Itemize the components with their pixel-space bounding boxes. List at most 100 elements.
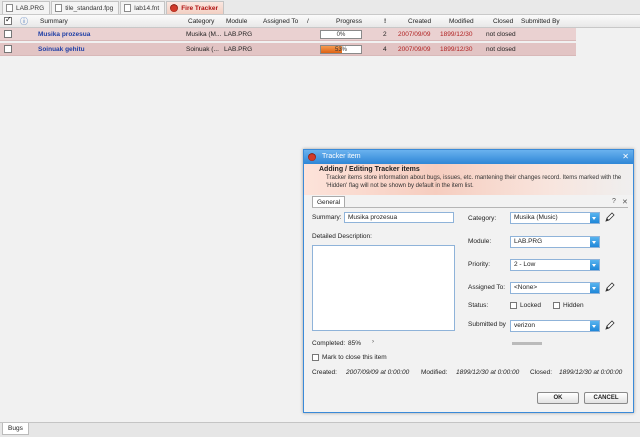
description-label: Detailed Description: (312, 233, 372, 240)
row-closed: not closed (486, 31, 516, 38)
bug-icon (170, 4, 179, 12)
help-icon[interactable]: ? (612, 198, 616, 205)
column-progress[interactable]: Progress (336, 15, 362, 28)
table-header: ⓘ Summary Category Module Assigned To / … (0, 15, 640, 28)
assigned-label: Assigned To: (468, 284, 506, 291)
column-closed[interactable]: Closed (493, 15, 513, 28)
row-module: LAB.PRG (224, 46, 253, 53)
column-submitted-by[interactable]: Submitted By (521, 15, 560, 28)
completed-label: Completed: (312, 340, 346, 347)
completed-value: 85% (348, 340, 362, 347)
row-checkbox[interactable] (4, 45, 12, 53)
closed-value: 1899/12/30 at 0:00:00 (559, 369, 623, 376)
tab-label: lab14.fnt (134, 4, 160, 12)
chevron-down-icon (590, 237, 599, 247)
created-value: 2007/09/09 at 0:00:00 (346, 369, 410, 376)
table-row[interactable]: Soinuak gehitu Soinuak (... LAB.PRG 53% … (0, 43, 576, 56)
table-row[interactable]: Musika prozesua Musika (M... LAB.PRG 0% … (0, 28, 576, 41)
progress-label: 0% (336, 32, 346, 38)
file-icon (6, 4, 13, 12)
dialog-banner: Adding / Editing Tracker items Tracker i… (304, 164, 633, 195)
modified-label: Modified: (421, 369, 448, 376)
row-closed: not closed (486, 46, 516, 53)
category-label: Category: (468, 215, 497, 222)
row-modified: 1899/12/30 (440, 46, 473, 53)
column-assigned-to[interactable]: Assigned To (263, 15, 298, 28)
document-tab-bar: LAB.PRG tile_standard.fpg lab14.fnt Fire… (0, 0, 640, 15)
tab-general[interactable]: General (312, 196, 346, 207)
row-checkbox[interactable] (4, 30, 12, 38)
priority-label: Priority: (468, 261, 491, 268)
module-value: LAB.PRG (514, 238, 543, 245)
progress-label: 53% (334, 47, 347, 53)
tab-lab14-fnt[interactable]: lab14.fnt (120, 1, 166, 14)
modified-value: 1899/12/30 at 0:00:00 (456, 369, 520, 376)
row-progress-bar: 53% (320, 45, 362, 54)
tab-fire-tracker[interactable]: Fire Tracker (166, 1, 225, 14)
description-textarea[interactable] (312, 245, 455, 331)
file-icon (124, 4, 132, 12)
mark-close-label: Mark to close this item (322, 354, 387, 361)
hidden-label: Hidden (563, 302, 584, 309)
priority-value: 2 - Low (514, 261, 536, 268)
ok-button[interactable]: OK (537, 392, 579, 404)
submitted-slider[interactable] (512, 342, 542, 345)
edit-assigned-icon[interactable] (605, 282, 615, 292)
closed-label: Closed: (530, 369, 553, 376)
module-select[interactable]: LAB.PRG (510, 236, 600, 248)
category-select[interactable]: Musika (Music) (510, 212, 600, 224)
banner-title: Adding / Editing Tracker items (319, 166, 420, 173)
row-created: 2007/09/09 (398, 46, 431, 53)
tab-bugs[interactable]: Bugs (2, 423, 29, 435)
priority-select[interactable]: 2 - Low (510, 259, 600, 271)
chevron-down-icon (590, 321, 599, 331)
module-label: Module: (468, 238, 492, 245)
edit-category-icon[interactable] (605, 212, 615, 222)
info-icon[interactable]: ⓘ (20, 15, 28, 28)
summary-label: Summary: (312, 214, 342, 221)
column-priority[interactable]: ! (384, 15, 386, 28)
chevron-down-icon (590, 260, 599, 270)
bottom-tab-bar: Bugs (0, 422, 640, 437)
tab-lab-prg[interactable]: LAB.PRG (2, 1, 51, 14)
dialog-close-icon[interactable]: ✕ (622, 150, 629, 164)
status-label: Status: (468, 302, 489, 309)
row-category: Soinuak (... (186, 46, 219, 53)
mark-close-checkbox[interactable] (312, 354, 319, 361)
column-module[interactable]: Module (226, 15, 247, 28)
dialog-titlebar[interactable]: Tracker item ✕ (304, 150, 633, 164)
row-summary: Soinuak gehitu (38, 46, 85, 53)
row-priority: 2 (383, 31, 387, 38)
submitted-select[interactable]: verizon (510, 320, 600, 332)
edit-submitter-icon[interactable] (605, 320, 615, 330)
row-module: LAB.PRG (224, 31, 253, 38)
close-small-icon[interactable]: ✕ (622, 198, 628, 206)
row-created: 2007/09/09 (398, 31, 431, 38)
column-created[interactable]: Created (408, 15, 431, 28)
row-priority: 4 (383, 46, 387, 53)
dialog-title: Tracker item (322, 153, 361, 160)
assigned-value: <None> (514, 284, 538, 291)
submitted-value: verizon (514, 322, 535, 329)
column-category[interactable]: Category (188, 15, 214, 28)
select-all-checkbox[interactable] (4, 15, 12, 25)
completed-arrow-icon[interactable]: › (372, 339, 374, 345)
summary-input[interactable]: Musika prozesua (344, 212, 454, 223)
cancel-button[interactable]: CANCEL (584, 392, 628, 404)
hidden-checkbox[interactable] (553, 302, 560, 309)
tab-label: tile_standard.fpg (65, 4, 114, 12)
row-category: Musika (M... (186, 31, 222, 38)
row-progress-bar: 0% (320, 30, 362, 39)
tab-tile-standard[interactable]: tile_standard.fpg (51, 1, 120, 14)
locked-checkbox[interactable] (510, 302, 517, 309)
banner-text: Tracker items store information about bu… (326, 175, 622, 189)
row-modified: 1899/12/30 (440, 31, 473, 38)
column-summary[interactable]: Summary (40, 15, 68, 28)
file-icon (55, 4, 63, 12)
assigned-select[interactable]: <None> (510, 282, 600, 294)
created-label: Created: (312, 369, 337, 376)
bug-icon (308, 153, 316, 161)
column-modified[interactable]: Modified (449, 15, 474, 28)
column-sort-slash[interactable]: / (307, 15, 309, 28)
chevron-down-icon (590, 283, 599, 293)
